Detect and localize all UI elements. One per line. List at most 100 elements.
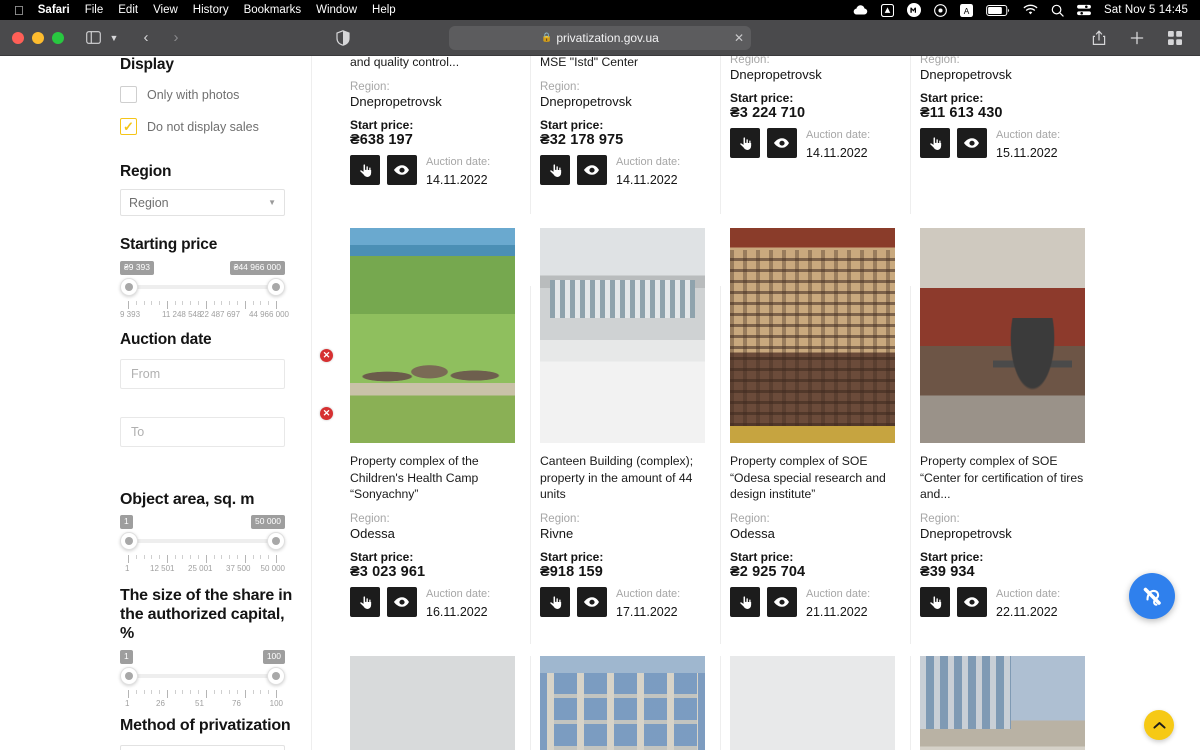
eye-icon[interactable] <box>957 587 987 617</box>
eye-icon[interactable] <box>387 587 417 617</box>
accessibility-hearing-icon[interactable] <box>1129 573 1175 619</box>
plus-icon[interactable] <box>1124 26 1150 50</box>
property-title[interactable]: MSE "Istd" Center <box>540 56 712 71</box>
property-title[interactable]: and quality control... <box>350 56 522 71</box>
eye-icon[interactable] <box>577 587 607 617</box>
eye-icon[interactable] <box>387 155 417 185</box>
checkbox-box[interactable] <box>120 86 137 103</box>
spotlight-search-icon[interactable] <box>1051 4 1064 17</box>
sidebar-icon[interactable] <box>80 26 106 50</box>
menubar-item-help[interactable]: Help <box>372 4 396 16</box>
forward-button[interactable]: › <box>163 26 189 50</box>
starting-price-slider[interactable]: ₴9 393 ₴44 966 000 9 393 11 248 548 22 4… <box>120 261 285 325</box>
menubar-item-file[interactable]: File <box>85 4 104 16</box>
pointing-hand-icon[interactable] <box>350 587 380 617</box>
property-card[interactable] <box>350 656 540 750</box>
property-card[interactable]: Property complex of SOE “Center for cert… <box>920 228 1110 621</box>
scroll-to-top-button[interactable] <box>1144 710 1174 740</box>
slider-handle-min[interactable] <box>120 532 138 550</box>
airplay-icon[interactable] <box>881 4 894 17</box>
pointing-hand-icon[interactable] <box>920 128 950 158</box>
checkbox-box[interactable]: ✓ <box>120 118 137 135</box>
property-card[interactable] <box>920 656 1110 750</box>
pointing-hand-icon[interactable] <box>540 155 570 185</box>
property-card[interactable]: Canteen Building (complex); property in … <box>540 228 730 621</box>
minimize-window-button[interactable] <box>32 32 44 44</box>
property-title[interactable]: Property complex of SOE “Center for cert… <box>920 453 1092 503</box>
method-select[interactable] <box>120 745 285 750</box>
tab-overview-icon[interactable] <box>1162 26 1188 50</box>
property-card[interactable]: Property complex of the Children's Healt… <box>350 228 540 621</box>
cloud-icon[interactable] <box>853 4 868 16</box>
menubar-item-safari[interactable]: Safari <box>38 4 70 16</box>
menubar-item-history[interactable]: History <box>193 4 229 16</box>
slider-handle-min[interactable] <box>120 667 138 685</box>
card-actions: Auction date: 17.11.2022 <box>540 587 730 621</box>
close-icon[interactable]: ✕ <box>734 32 744 44</box>
property-card[interactable]: and quality control... Region: Dnepropet… <box>350 56 540 189</box>
property-card[interactable]: Property complex of SOE “Odesa special r… <box>730 228 920 621</box>
player-icon[interactable] <box>934 4 947 17</box>
pointing-hand-icon[interactable] <box>920 587 950 617</box>
property-photo[interactable] <box>540 656 705 750</box>
property-title[interactable]: Canteen Building (complex); property in … <box>540 453 712 503</box>
menubar-clock[interactable]: Sat Nov 5 14:45 <box>1104 4 1188 16</box>
pointing-hand-icon[interactable] <box>540 587 570 617</box>
pointing-hand-icon[interactable] <box>730 587 760 617</box>
object-area-slider[interactable]: 1 50 000 1 12 501 25 001 37 500 50 000 <box>120 515 285 579</box>
property-photo[interactable] <box>920 228 1085 443</box>
property-card[interactable]: MSE "Istd" Center Region: Dnepropetrovsk… <box>540 56 730 189</box>
property-card[interactable] <box>540 656 730 750</box>
property-card[interactable]: Region: Dnepropetrovsk Start price: ₴11 … <box>920 56 1110 162</box>
property-photo[interactable] <box>730 228 895 443</box>
menubar-item-view[interactable]: View <box>153 4 178 16</box>
region-select[interactable]: Region ▼ <box>120 189 285 216</box>
moon-app-icon[interactable] <box>907 3 921 17</box>
property-photo[interactable] <box>540 228 705 443</box>
close-window-button[interactable] <box>12 32 24 44</box>
address-bar[interactable]: 🔒 privatization.gov.ua ✕ <box>449 26 751 50</box>
clear-auction-date-from-button[interactable]: ✕ <box>320 349 333 362</box>
back-button[interactable]: ‹ <box>133 26 159 50</box>
eye-icon[interactable] <box>577 155 607 185</box>
zoom-window-button[interactable] <box>52 32 64 44</box>
property-title[interactable]: Property complex of SOE “Odesa special r… <box>730 453 902 503</box>
auction-date-to-input[interactable]: To <box>120 417 285 447</box>
slider-handle-max[interactable] <box>267 532 285 550</box>
slider-handle-max[interactable] <box>267 667 285 685</box>
slider-track[interactable] <box>128 674 277 678</box>
auction-label: Auction date: <box>426 156 490 168</box>
wifi-icon[interactable] <box>1023 4 1038 16</box>
menubar-item-bookmarks[interactable]: Bookmarks <box>244 4 302 16</box>
input-source-a-icon[interactable]: A <box>960 4 973 17</box>
slider-handle-max[interactable] <box>267 278 285 296</box>
pointing-hand-icon[interactable] <box>730 128 760 158</box>
property-title[interactable]: Property complex of the Children's Healt… <box>350 453 522 503</box>
battery-icon[interactable] <box>986 5 1010 16</box>
property-photo[interactable] <box>920 656 1085 750</box>
property-card[interactable]: Region: Dnepropetrovsk Start price: ₴3 2… <box>730 56 920 162</box>
clear-auction-date-to-button[interactable]: ✕ <box>320 407 333 420</box>
slider-track[interactable] <box>128 539 277 543</box>
share-size-slider[interactable]: 1 100 1 26 51 76 100 <box>120 650 285 714</box>
auction-date-from-input[interactable]: From <box>120 359 285 389</box>
share-icon[interactable] <box>1086 26 1112 50</box>
property-photo[interactable] <box>350 656 515 750</box>
property-photo[interactable] <box>730 656 895 750</box>
slider-handle-min[interactable] <box>120 278 138 296</box>
eye-icon[interactable] <box>957 128 987 158</box>
checkbox-do-not-display-sales[interactable]: ✓ Do not display sales <box>120 118 259 135</box>
menubar-item-window[interactable]: Window <box>316 4 357 16</box>
menubar-item-edit[interactable]: Edit <box>118 4 138 16</box>
property-card[interactable] <box>730 656 920 750</box>
privacy-shield-icon[interactable] <box>330 26 356 50</box>
property-photo[interactable] <box>350 228 515 443</box>
apple-menu-icon[interactable]:  <box>14 4 24 17</box>
chevron-down-icon[interactable]: ▼ <box>107 26 121 50</box>
checkbox-only-with-photos[interactable]: Only with photos <box>120 86 239 103</box>
eye-icon[interactable] <box>767 587 797 617</box>
eye-icon[interactable] <box>767 128 797 158</box>
slider-track[interactable] <box>128 285 277 289</box>
pointing-hand-icon[interactable] <box>350 155 380 185</box>
control-center-icon[interactable] <box>1077 4 1091 16</box>
